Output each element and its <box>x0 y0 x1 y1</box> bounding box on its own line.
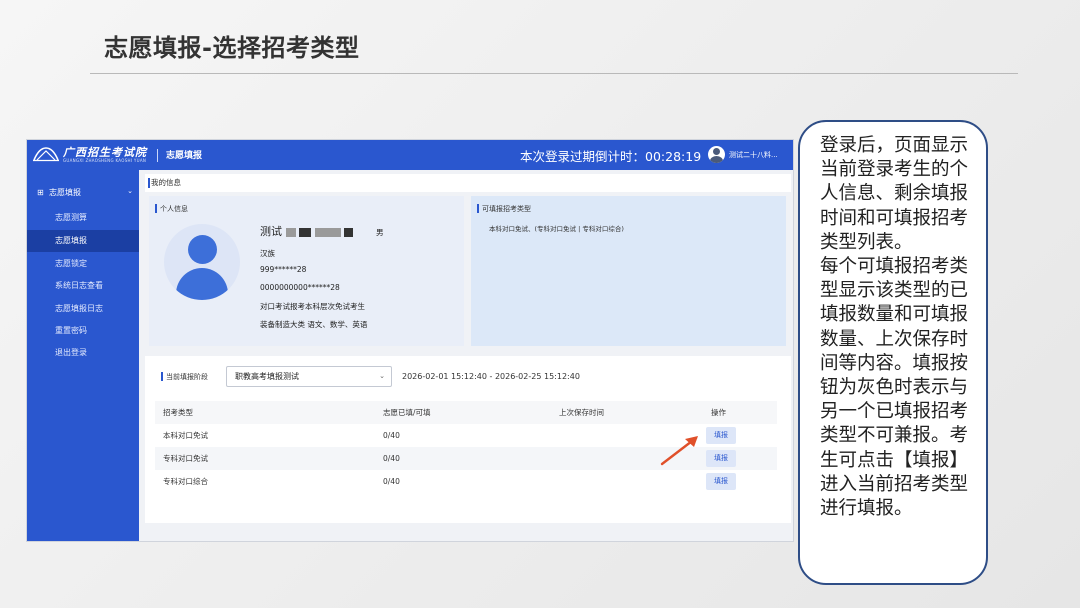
sidebar: ⊞ 志愿填报 ⌄ 志愿测算 志愿填报 志愿锁定 系统日志查看 志愿填报日志 重置… <box>27 170 139 541</box>
main-content: 我的信息 个人信息 测试 男 汉族 999******28 0000000000… <box>139 170 793 541</box>
title-divider <box>90 73 1018 74</box>
column-header: 志愿已填/可填 <box>383 408 431 417</box>
fill-button[interactable]: 填报 <box>706 473 736 490</box>
column-header: 操作 <box>711 408 726 417</box>
redaction-mark <box>285 227 296 237</box>
sidebar-item-system-log[interactable]: 系统日志查看 <box>27 275 139 297</box>
student-ethnicity: 汉族 <box>260 249 275 258</box>
fill-button[interactable]: 填报 <box>706 450 736 467</box>
student-name: 测试 <box>260 225 282 238</box>
student-gender: 男 <box>376 228 384 237</box>
countdown-value: 00:28:19 <box>645 149 702 164</box>
eligible-types-panel: 可填报招考类型 本科对口免试、(专科对口免试 | 专科对口综合) <box>471 196 786 346</box>
stage-label: 当前填报阶段 <box>161 372 208 382</box>
sidebar-item-fill-log[interactable]: 志愿填报日志 <box>27 298 139 320</box>
logo-icon <box>33 147 59 162</box>
slide-title: 志愿填报-选择招考类型 <box>104 34 360 62</box>
eligible-types-list: 本科对口免试、(专科对口免试 | 专科对口综合) <box>489 225 624 233</box>
explanation-text: 登录后，页面显示当前登录考生的个人信息、剩余填报时间和可填报招考类型列表。 每个… <box>820 135 969 520</box>
sidebar-item-fill[interactable]: 志愿填报 <box>27 230 139 252</box>
countdown-label: 本次登录过期倒计时： <box>520 149 646 164</box>
student-name-row: 测试 男 <box>260 223 384 239</box>
redaction-mark <box>314 227 341 237</box>
personal-info-title: 个人信息 <box>155 204 188 214</box>
avatar <box>164 224 240 300</box>
sidebar-item-reset-password[interactable]: 重置密码 <box>27 320 139 342</box>
sidebar-item-lock[interactable]: 志愿锁定 <box>27 253 139 275</box>
fill-button[interactable]: 填报 <box>706 427 736 444</box>
user-avatar-icon[interactable] <box>708 146 725 163</box>
sidebar-item-logout[interactable]: 退出登录 <box>27 342 139 364</box>
exam-type-cell: 本科对口免试 <box>163 431 208 440</box>
exam-type-cell: 专科对口综合 <box>163 477 208 486</box>
column-header: 招考类型 <box>163 408 193 417</box>
logo: 广西招生考试院 GUANGXI ZHAOSHENG KAOSHI YUAN <box>33 143 153 167</box>
sidebar-group-volunteer[interactable]: ⊞ 志愿填报 ⌄ <box>37 187 133 199</box>
logo-subtitle: GUANGXI ZHAOSHENG KAOSHI YUAN <box>63 158 147 163</box>
app-screenshot: 广西招生考试院 GUANGXI ZHAOSHENG KAOSHI YUAN 志愿… <box>27 140 793 541</box>
chevron-down-icon: ⌄ <box>127 187 133 195</box>
exam-type-cell: 专科对口免试 <box>163 454 208 463</box>
eligible-types-title: 可填报招考类型 <box>477 204 531 214</box>
sidebar-item-estimate[interactable]: 志愿测算 <box>27 207 139 229</box>
fill-count-cell: 0/40 <box>383 477 400 486</box>
redaction-mark <box>344 227 353 237</box>
fill-count-cell: 0/40 <box>383 431 400 440</box>
exam-subjects: 装备制造大类 语文、数学、英语 <box>260 320 368 329</box>
id-number: 0000000000******28 <box>260 283 340 292</box>
stage-select-value: 职教高考填报测试 <box>235 372 299 381</box>
table-header-row: 招考类型 志愿已填/可填 上次保存时间 操作 <box>155 401 777 424</box>
grid-icon: ⊞ <box>37 188 44 197</box>
chevron-down-icon: ⌄ <box>379 372 385 380</box>
personal-info-panel: 个人信息 测试 男 汉族 999******28 0000000000*****… <box>149 196 464 346</box>
annotation-arrow-icon <box>660 436 698 466</box>
my-info-header: 我的信息 <box>145 174 791 192</box>
exam-number: 999******28 <box>260 265 307 274</box>
topbar-divider <box>157 149 158 162</box>
explanation-callout: 登录后，页面显示当前登录考生的个人信息、剩余填报时间和可填报招考类型列表。 每个… <box>798 120 988 585</box>
fill-count-cell: 0/40 <box>383 454 400 463</box>
table-row: 专科对口综合 0/40 填报 <box>155 470 777 493</box>
module-title: 志愿填报 <box>166 151 203 161</box>
stage-select[interactable]: 职教高考填报测试 ⌄ <box>226 366 392 387</box>
session-countdown: 本次登录过期倒计时：00:28:19 <box>520 146 701 165</box>
candidate-category: 对口考试报考本科层次免试考生 <box>260 302 365 311</box>
top-bar: 广西招生考试院 GUANGXI ZHAOSHENG KAOSHI YUAN 志愿… <box>27 140 793 170</box>
column-header: 上次保存时间 <box>559 408 604 417</box>
redaction-mark <box>299 227 311 237</box>
sidebar-group-label: 志愿填报 <box>49 188 81 197</box>
user-name[interactable]: 测试二十八料... <box>729 150 778 160</box>
stage-time-range: 2026-02-01 15:12:40 - 2026-02-25 15:12:4… <box>402 372 580 381</box>
